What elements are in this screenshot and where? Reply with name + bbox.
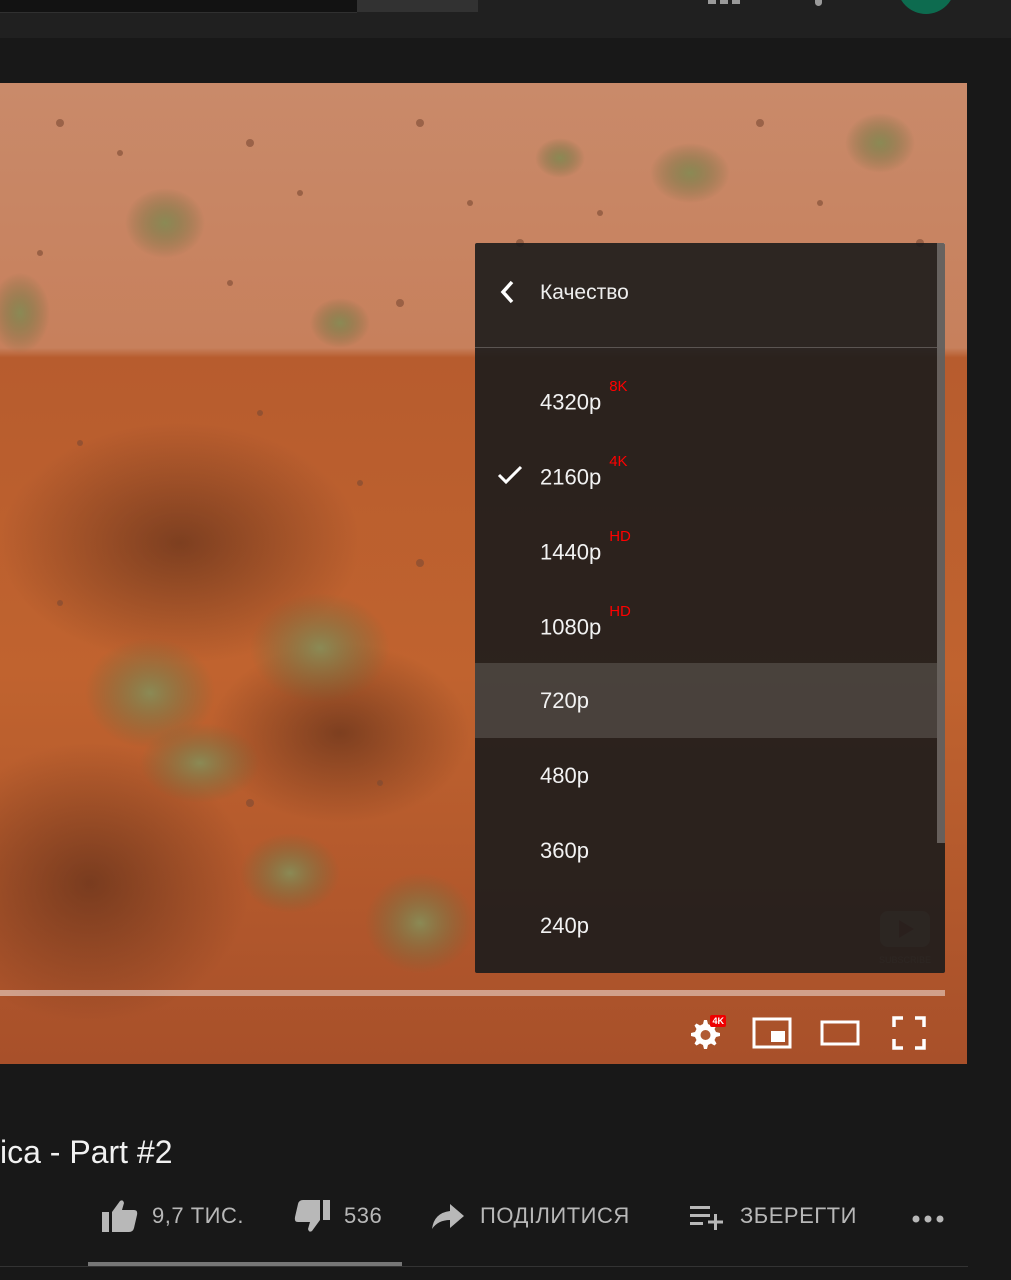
thumbs-up-icon bbox=[102, 1200, 138, 1232]
video-title: ica - Part #2 bbox=[0, 1134, 173, 1170]
quality-label: 4320p bbox=[540, 389, 602, 415]
quality-option-360p[interactable]: 360p bbox=[475, 813, 937, 888]
apps-icon[interactable] bbox=[706, 0, 746, 6]
quality-label: 240p bbox=[540, 913, 589, 938]
quality-menu-title: Качество bbox=[540, 281, 629, 304]
search-input[interactable] bbox=[0, 0, 357, 13]
quality-label: 1440p bbox=[540, 539, 602, 565]
quality-option-240p[interactable]: 240p bbox=[475, 888, 937, 963]
quality-label: 360p bbox=[540, 838, 589, 863]
search-button[interactable] bbox=[357, 0, 478, 12]
quality-badge: 4K bbox=[609, 453, 628, 470]
more-dots-icon bbox=[912, 1215, 944, 1223]
menu-scrollbar[interactable] bbox=[937, 243, 945, 843]
more-button[interactable] bbox=[906, 1190, 950, 1242]
quality-label: 720p bbox=[540, 688, 589, 713]
thumbs-down-icon bbox=[294, 1200, 330, 1232]
dislike-button[interactable]: 536 bbox=[292, 1190, 382, 1242]
quality-menu: Качество 4320p 8K 2160p 4K 1440p HD 1080p HD… bbox=[475, 243, 945, 973]
quality-badge: HD bbox=[609, 528, 631, 545]
quality-badge: HD bbox=[609, 603, 631, 620]
progress-bar[interactable] bbox=[0, 990, 945, 996]
save-button[interactable]: ЗБЕРЕГТИ bbox=[688, 1190, 857, 1242]
check-icon bbox=[497, 465, 523, 485]
theater-mode-button[interactable] bbox=[818, 1011, 862, 1055]
quality-option-1080p[interactable]: 1080p HD bbox=[475, 588, 937, 663]
settings-quality-badge: 4K bbox=[710, 1015, 726, 1027]
video-player[interactable]: SUBSCRIBE 4K bbox=[0, 83, 967, 1064]
quality-label: 480p bbox=[540, 763, 589, 788]
share-button[interactable]: ПОДІЛИТИСЯ bbox=[428, 1190, 630, 1242]
quality-option-480p[interactable]: 480p bbox=[475, 738, 937, 813]
dislike-count: 536 bbox=[344, 1203, 383, 1228]
share-arrow-icon bbox=[432, 1204, 464, 1229]
player-controls: 4K bbox=[667, 1001, 967, 1061]
quality-label: 1080p bbox=[540, 614, 602, 640]
quality-option-720p[interactable]: 720p bbox=[475, 663, 937, 738]
quality-label: 2160p bbox=[540, 464, 602, 490]
fullscreen-icon bbox=[892, 1016, 926, 1050]
quality-option-4320p[interactable]: 4320p 8K bbox=[475, 363, 937, 438]
avatar[interactable] bbox=[897, 0, 955, 14]
quality-option-2160p[interactable]: 2160p 4K bbox=[475, 438, 937, 513]
settings-button[interactable]: 4K bbox=[682, 1011, 726, 1055]
quality-menu-header[interactable]: Качество bbox=[475, 243, 937, 348]
miniplayer-icon bbox=[752, 1017, 792, 1049]
share-label: ПОДІЛИТИСЯ bbox=[480, 1203, 630, 1228]
quality-badge: 8K bbox=[609, 378, 628, 395]
miniplayer-button[interactable] bbox=[750, 1011, 794, 1055]
back-arrow-icon[interactable] bbox=[493, 277, 523, 307]
save-label: ЗБЕРЕГТИ bbox=[740, 1203, 857, 1228]
like-button[interactable]: 9,7 ТИС. bbox=[100, 1190, 244, 1242]
quality-option-1440p[interactable]: 1440p HD bbox=[475, 513, 937, 588]
top-bar bbox=[0, 0, 1011, 38]
like-count: 9,7 ТИС. bbox=[152, 1203, 244, 1228]
divider bbox=[0, 1266, 968, 1267]
theater-mode-icon bbox=[820, 1020, 860, 1046]
playlist-add-icon bbox=[690, 1206, 723, 1230]
bell-icon[interactable] bbox=[808, 0, 828, 8]
action-bar: 9,7 ТИС. 536 ПОДІЛИТИСЯ ЗБЕРЕГТИ bbox=[0, 1190, 1011, 1250]
fullscreen-button[interactable] bbox=[887, 1011, 931, 1055]
